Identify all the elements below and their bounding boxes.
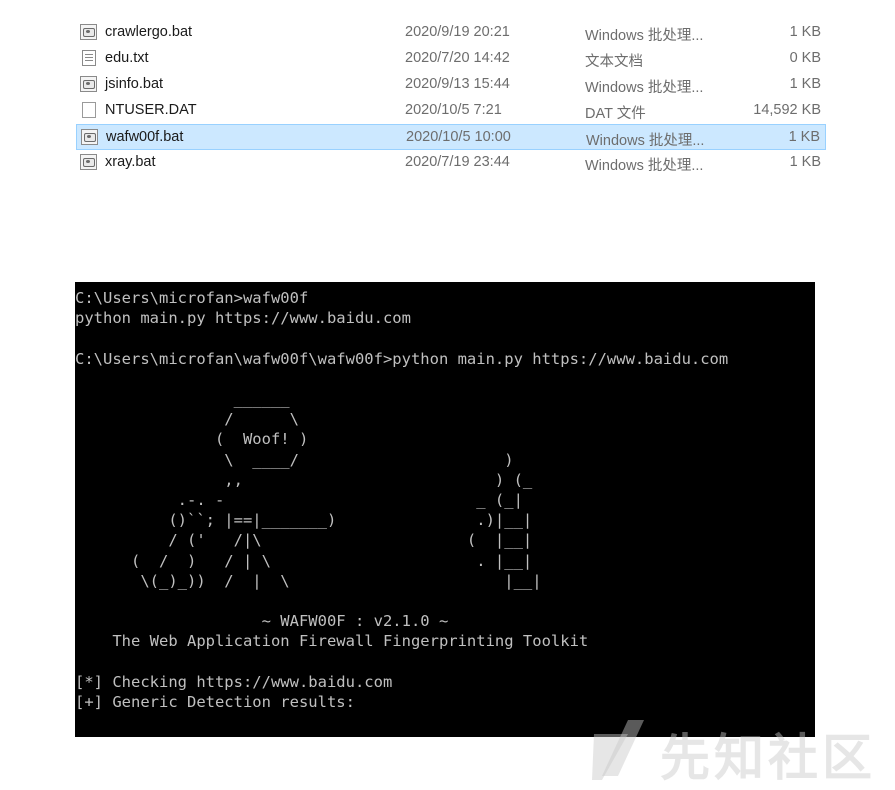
batch-file-icon [80,154,97,170]
file-name: edu.txt [105,50,149,66]
file-size: 0 KB [789,50,821,66]
file-size: 1 KB [789,76,821,92]
console-window[interactable]: C:\Users\microfan>wafw00f python main.py… [75,282,815,737]
file-name: xray.bat [105,154,156,170]
xianzhi-logo-icon [592,720,644,780]
console-output: C:\Users\microfan>wafw00f python main.py… [75,289,729,712]
file-date-modified: 2020/9/13 15:44 [405,76,510,92]
batch-file-icon [81,129,98,145]
file-size: 1 KB [788,129,820,145]
file-date-modified: 2020/9/19 20:21 [405,24,510,40]
file-row[interactable]: xray.bat 2020/7/19 23:44 Windows 批处理... 1 K… [76,150,826,176]
file-size: 1 KB [789,154,821,170]
file-name: crawlergo.bat [105,24,193,40]
file-type: DAT 文件 [585,106,646,122]
file-date-modified: 2020/10/5 7:21 [405,102,502,118]
file-name: wafw00f.bat [106,129,184,145]
file-row[interactable]: crawlergo.bat 2020/9/19 20:21 Windows 批处理.… [76,20,826,46]
file-type: Windows 批处理... [585,158,704,174]
file-type: Windows 批处理... [585,80,704,96]
file-row[interactable]: wafw00f.bat 2020/10/5 10:00 Windows 批处理...… [76,124,826,150]
file-date-modified: 2020/7/19 23:44 [405,154,510,170]
file-date-modified: 2020/7/20 14:42 [405,50,510,66]
file-type: Windows 批处理... [585,28,704,44]
file-date-modified: 2020/10/5 10:00 [406,129,511,145]
file-size: 14,592 KB [753,102,821,118]
watermark-text: 先知社区 [660,729,876,787]
file-name: jsinfo.bat [105,76,164,92]
watermark: 先知社区 [588,716,888,787]
file-type: Windows 批处理... [586,133,705,149]
batch-file-icon [80,24,97,40]
generic-file-icon [82,102,96,118]
file-row[interactable]: jsinfo.bat 2020/9/13 15:44 Windows 批处理... 1… [76,72,826,98]
file-type: 文本文档 [585,54,643,70]
text-file-icon [82,50,96,66]
file-list: crawlergo.bat 2020/9/19 20:21 Windows 批处理.… [76,20,826,176]
file-row[interactable]: NTUSER.DAT 2020/10/5 7:21 DAT 文件 14,592 KB [76,98,826,124]
file-name: NTUSER.DAT [105,102,197,118]
file-row[interactable]: edu.txt 2020/7/20 14:42 文本文档 0 KB [76,46,826,72]
file-size: 1 KB [789,24,821,40]
batch-file-icon [80,76,97,92]
